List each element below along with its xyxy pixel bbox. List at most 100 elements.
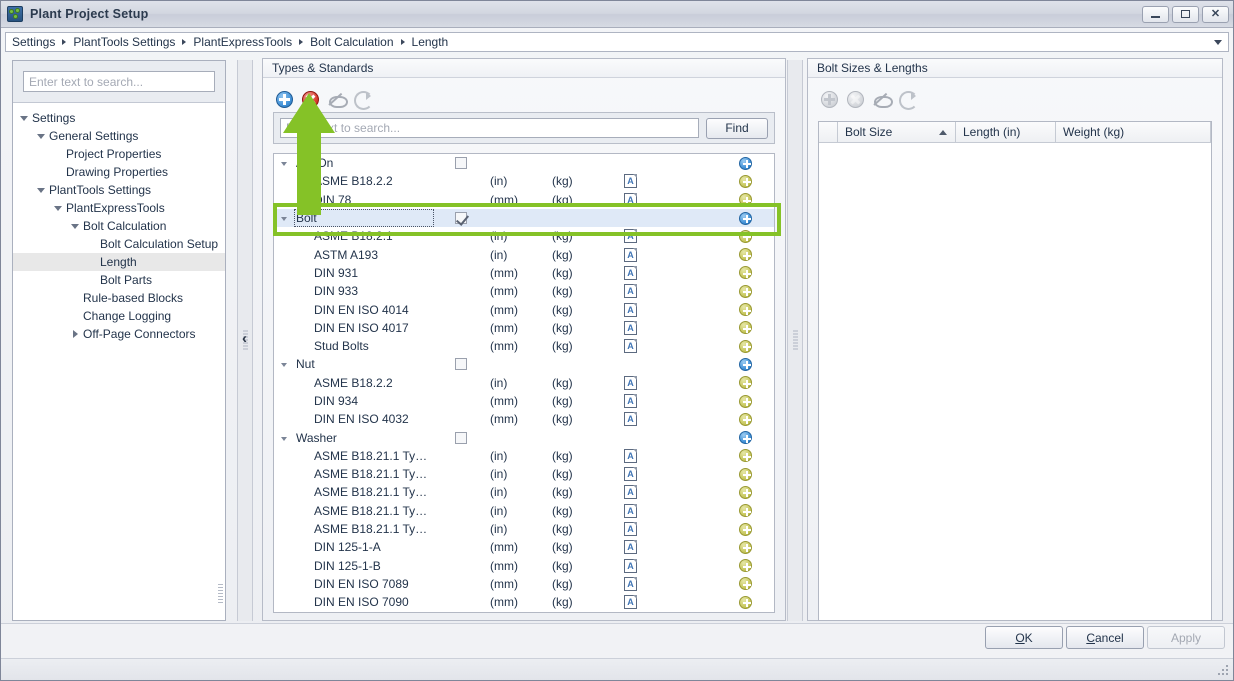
add-circle-icon[interactable] (739, 504, 752, 518)
add-circle-icon[interactable] (739, 431, 752, 445)
document-a-icon[interactable]: A (624, 265, 637, 280)
document-a-icon[interactable]: A (624, 558, 637, 573)
types-item-row[interactable]: DIN 933 (mm) (kg) A (274, 282, 774, 300)
types-item-row[interactable]: ASME B18.21.1 Type... (in) (kg) A (274, 465, 774, 483)
types-search-input[interactable] (280, 118, 699, 138)
sidebar-item-length[interactable]: Length (13, 253, 225, 271)
chevron-down-icon[interactable] (274, 154, 296, 172)
column-header-bolt-size[interactable]: Bolt Size (838, 122, 956, 142)
document-a-icon[interactable]: A (624, 412, 637, 427)
sidebar-item-general-settings[interactable]: General Settings (13, 127, 225, 145)
types-group-row[interactable]: Bolt (274, 208, 774, 228)
apply-button[interactable]: Apply (1147, 626, 1225, 649)
types-row-checkbox[interactable] (455, 212, 467, 225)
sidebar-item-off-page-connectors[interactable]: Off-Page Connectors (13, 325, 225, 343)
add-circle-icon[interactable] (739, 193, 752, 207)
tree-resize-grip[interactable] (218, 584, 223, 606)
add-circle-icon[interactable] (739, 321, 752, 335)
add-circle-icon[interactable] (739, 266, 752, 280)
document-a-icon[interactable]: A (624, 320, 637, 335)
types-item-row[interactable]: DIN 931 (mm) (kg) A (274, 264, 774, 282)
resize-grip[interactable] (1218, 665, 1230, 677)
document-a-icon[interactable]: A (624, 576, 637, 591)
add-circle-icon[interactable] (739, 303, 752, 317)
ok-button[interactable]: OK (985, 626, 1063, 649)
document-a-icon[interactable]: A (624, 448, 637, 463)
types-item-row[interactable]: ASME B18.21.1 Type... (in) (kg) A (274, 483, 774, 501)
types-item-row[interactable]: DIN EN ISO 7090 (mm) (kg) A (274, 593, 774, 611)
breadcrumb-item-plantexpresstools[interactable]: PlantExpressTools (193, 35, 292, 49)
types-standards-list[interactable]: AddOn ASME B18.2.2 (in) (kg) A DIN 78 (mm) (kg)… (273, 153, 775, 613)
add-circle-icon[interactable] (739, 559, 752, 573)
add-circle-icon[interactable] (739, 339, 752, 353)
add-circle-icon[interactable] (739, 174, 752, 188)
add-circle-icon[interactable] (739, 211, 752, 225)
chevron-down-icon[interactable] (274, 355, 296, 373)
types-item-row[interactable]: DIN 934 (mm) (kg) A (274, 392, 774, 410)
types-item-row[interactable]: ASME B18.2.2 (in) (kg) A (274, 374, 774, 392)
types-item-row[interactable]: ASME B18.21.1 Type... (in) (kg) A (274, 520, 774, 538)
sidebar-item-rule-based-blocks[interactable]: Rule-based Blocks (13, 289, 225, 307)
types-item-row[interactable]: ASME B18.2.1 (in) (kg) A (274, 227, 774, 245)
types-item-row[interactable]: DIN 125-1-A (mm) (kg) A (274, 538, 774, 556)
types-item-row[interactable]: DIN 78 (mm) (kg) A (274, 191, 774, 209)
breadcrumb[interactable]: Settings PlantTools Settings PlantExpressT… (5, 32, 1229, 52)
refresh-types-button[interactable] (353, 90, 373, 110)
document-a-icon[interactable]: A (624, 192, 637, 207)
types-row-checkbox[interactable] (455, 431, 467, 444)
add-circle-icon[interactable] (739, 485, 752, 499)
delete-size-button[interactable] (846, 90, 865, 109)
add-circle-icon[interactable] (739, 248, 752, 262)
breadcrumb-item-settings[interactable]: Settings (12, 35, 55, 49)
document-a-icon[interactable]: A (624, 284, 637, 299)
sidebar-item-bolt-parts[interactable]: Bolt Parts (13, 271, 225, 289)
add-circle-icon[interactable] (739, 394, 752, 408)
types-item-row[interactable]: Stud Bolts (mm) (kg) A (274, 337, 774, 355)
sidebar-item-bolt-calculation[interactable]: Bolt Calculation (13, 217, 225, 235)
document-a-icon[interactable]: A (624, 467, 637, 482)
chevron-down-icon[interactable] (68, 217, 83, 235)
document-a-icon[interactable]: A (624, 394, 637, 408)
find-button[interactable]: Find (706, 117, 768, 139)
document-a-icon[interactable]: A (624, 540, 637, 555)
document-a-icon[interactable]: A (624, 229, 637, 244)
add-type-button[interactable] (275, 90, 294, 109)
hide-type-button[interactable] (327, 90, 348, 109)
types-item-row[interactable]: DIN EN ISO 4017 (mm) (kg) A (274, 319, 774, 337)
sidebar-item-change-logging[interactable]: Change Logging (13, 307, 225, 325)
sidebar-item-settings[interactable]: Settings (13, 109, 225, 127)
document-a-icon[interactable]: A (624, 247, 637, 262)
add-circle-icon[interactable] (739, 229, 752, 243)
add-circle-icon[interactable] (739, 357, 752, 371)
bolt-sizes-table[interactable]: Bolt Size Length (in) Weight (kg) (818, 121, 1212, 621)
sidebar-item-bolt-calculation-setup[interactable]: Bolt Calculation Setup (13, 235, 225, 253)
document-a-icon[interactable]: A (624, 174, 637, 189)
types-row-checkbox[interactable] (455, 358, 467, 371)
document-a-icon[interactable]: A (624, 503, 637, 518)
chevron-down-icon[interactable] (34, 127, 49, 145)
types-item-row[interactable]: DIN EN ISO 4032 (mm) (kg) A (274, 410, 774, 428)
add-circle-icon[interactable] (739, 376, 752, 390)
types-item-row[interactable]: ASME B18.21.1 Type... (in) (kg) A (274, 502, 774, 520)
types-item-row[interactable]: DIN EN ISO 4014 (mm) (kg) A (274, 300, 774, 318)
maximize-button[interactable] (1172, 5, 1199, 23)
collapse-left-panel-icon[interactable]: ‹ (242, 331, 247, 346)
types-item-row[interactable]: DIN EN ISO 7089 (mm) (kg) A (274, 575, 774, 593)
close-button[interactable]: ✕ (1202, 5, 1229, 23)
add-circle-icon[interactable] (739, 540, 752, 554)
delete-type-button[interactable] (301, 90, 320, 109)
types-group-row[interactable]: Washer (274, 428, 774, 446)
add-circle-icon[interactable] (739, 467, 752, 481)
cancel-button[interactable]: Cancel (1066, 626, 1144, 649)
sidebar-item-plantexpresstools[interactable]: PlantExpressTools (13, 199, 225, 217)
document-a-icon[interactable]: A (624, 485, 637, 500)
chevron-down-icon[interactable] (274, 429, 296, 447)
sidebar-item-drawing-properties[interactable]: Drawing Properties (13, 163, 225, 181)
breadcrumb-item-bolt-calculation[interactable]: Bolt Calculation (310, 35, 393, 49)
tree-search-input[interactable] (23, 71, 215, 92)
document-a-icon[interactable]: A (624, 302, 637, 317)
column-header-length-in-[interactable]: Length (in) (956, 122, 1056, 142)
minimize-button[interactable] (1142, 5, 1169, 23)
chevron-down-icon[interactable] (51, 199, 66, 217)
sidebar-item-planttools-settings[interactable]: PlantTools Settings (13, 181, 225, 199)
